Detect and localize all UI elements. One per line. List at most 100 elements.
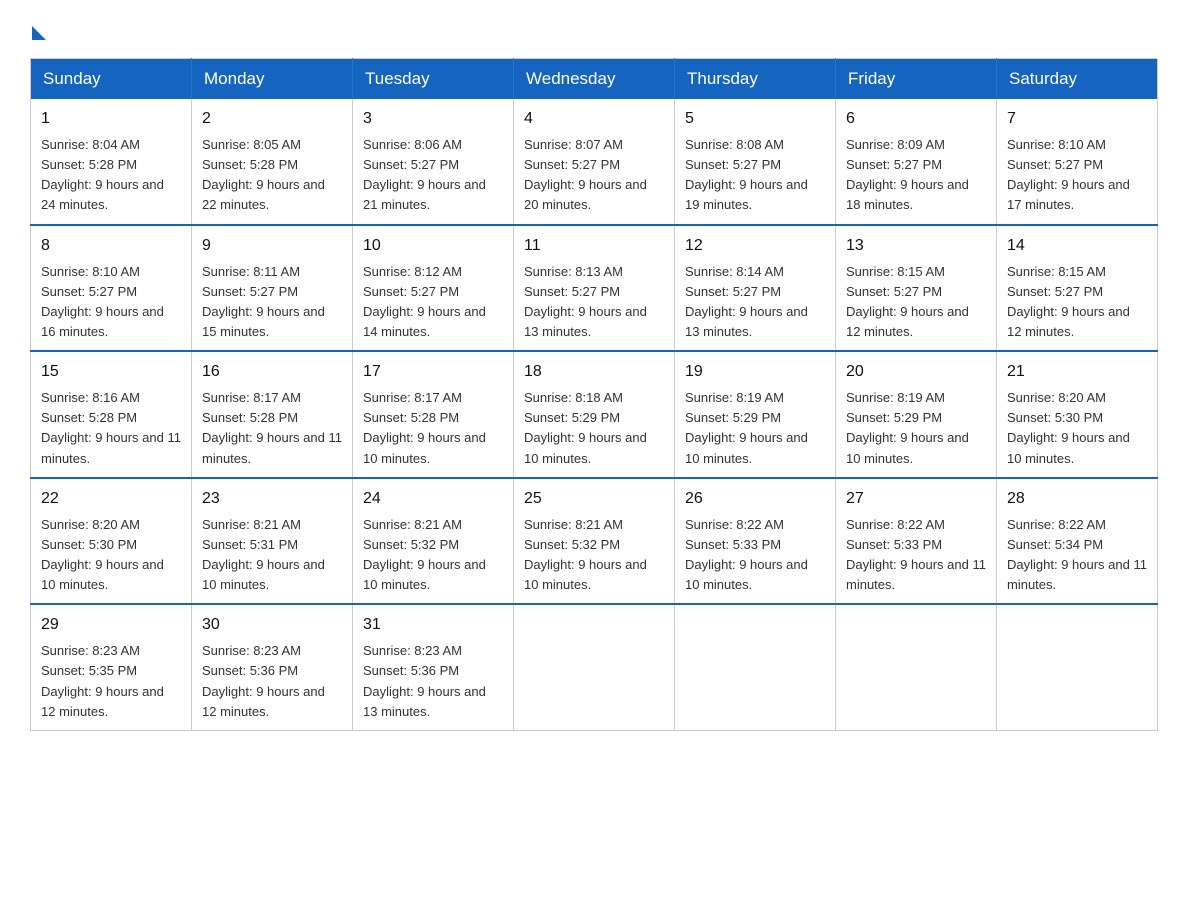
calendar-cell: 15 Sunrise: 8:16 AMSunset: 5:28 PMDayligh… — [31, 351, 192, 478]
calendar-cell: 26 Sunrise: 8:22 AMSunset: 5:33 PMDayligh… — [675, 478, 836, 605]
calendar-cell: 9 Sunrise: 8:11 AMSunset: 5:27 PMDaylight… — [192, 225, 353, 352]
day-info: Sunrise: 8:23 AMSunset: 5:36 PMDaylight:… — [202, 641, 342, 722]
day-number: 7 — [1007, 107, 1147, 131]
calendar-cell: 16 Sunrise: 8:17 AMSunset: 5:28 PMDayligh… — [192, 351, 353, 478]
day-info: Sunrise: 8:10 AMSunset: 5:27 PMDaylight:… — [1007, 135, 1147, 216]
weekday-header-wednesday: Wednesday — [514, 59, 675, 100]
calendar-cell: 30 Sunrise: 8:23 AMSunset: 5:36 PMDayligh… — [192, 604, 353, 730]
day-info: Sunrise: 8:09 AMSunset: 5:27 PMDaylight:… — [846, 135, 986, 216]
day-info: Sunrise: 8:13 AMSunset: 5:27 PMDaylight:… — [524, 262, 664, 343]
calendar-cell: 27 Sunrise: 8:22 AMSunset: 5:33 PMDayligh… — [836, 478, 997, 605]
logo — [30, 20, 46, 38]
calendar-cell: 13 Sunrise: 8:15 AMSunset: 5:27 PMDayligh… — [836, 225, 997, 352]
day-info: Sunrise: 8:15 AMSunset: 5:27 PMDaylight:… — [846, 262, 986, 343]
day-number: 19 — [685, 360, 825, 384]
day-number: 20 — [846, 360, 986, 384]
day-number: 26 — [685, 487, 825, 511]
day-number: 6 — [846, 107, 986, 131]
day-info: Sunrise: 8:14 AMSunset: 5:27 PMDaylight:… — [685, 262, 825, 343]
day-info: Sunrise: 8:23 AMSunset: 5:36 PMDaylight:… — [363, 641, 503, 722]
day-number: 21 — [1007, 360, 1147, 384]
day-number: 17 — [363, 360, 503, 384]
calendar-cell: 12 Sunrise: 8:14 AMSunset: 5:27 PMDayligh… — [675, 225, 836, 352]
day-info: Sunrise: 8:22 AMSunset: 5:33 PMDaylight:… — [685, 515, 825, 596]
day-info: Sunrise: 8:08 AMSunset: 5:27 PMDaylight:… — [685, 135, 825, 216]
calendar-cell: 2 Sunrise: 8:05 AMSunset: 5:28 PMDaylight… — [192, 99, 353, 225]
day-info: Sunrise: 8:17 AMSunset: 5:28 PMDaylight:… — [363, 388, 503, 469]
weekday-header-tuesday: Tuesday — [353, 59, 514, 100]
day-info: Sunrise: 8:06 AMSunset: 5:27 PMDaylight:… — [363, 135, 503, 216]
day-number: 25 — [524, 487, 664, 511]
day-number: 27 — [846, 487, 986, 511]
day-number: 10 — [363, 234, 503, 258]
day-info: Sunrise: 8:15 AMSunset: 5:27 PMDaylight:… — [1007, 262, 1147, 343]
day-info: Sunrise: 8:12 AMSunset: 5:27 PMDaylight:… — [363, 262, 503, 343]
calendar-cell: 19 Sunrise: 8:19 AMSunset: 5:29 PMDayligh… — [675, 351, 836, 478]
day-info: Sunrise: 8:19 AMSunset: 5:29 PMDaylight:… — [846, 388, 986, 469]
day-number: 13 — [846, 234, 986, 258]
day-number: 23 — [202, 487, 342, 511]
calendar-week-row: 15 Sunrise: 8:16 AMSunset: 5:28 PMDayligh… — [31, 351, 1158, 478]
day-number: 11 — [524, 234, 664, 258]
calendar-cell — [675, 604, 836, 730]
day-info: Sunrise: 8:10 AMSunset: 5:27 PMDaylight:… — [41, 262, 181, 343]
day-info: Sunrise: 8:23 AMSunset: 5:35 PMDaylight:… — [41, 641, 181, 722]
day-number: 22 — [41, 487, 181, 511]
day-info: Sunrise: 8:21 AMSunset: 5:32 PMDaylight:… — [524, 515, 664, 596]
day-number: 12 — [685, 234, 825, 258]
day-info: Sunrise: 8:20 AMSunset: 5:30 PMDaylight:… — [1007, 388, 1147, 469]
weekday-header-row: SundayMondayTuesdayWednesdayThursdayFrid… — [31, 59, 1158, 100]
calendar-cell — [514, 604, 675, 730]
day-number: 5 — [685, 107, 825, 131]
calendar-cell: 14 Sunrise: 8:15 AMSunset: 5:27 PMDayligh… — [997, 225, 1158, 352]
day-info: Sunrise: 8:18 AMSunset: 5:29 PMDaylight:… — [524, 388, 664, 469]
day-info: Sunrise: 8:11 AMSunset: 5:27 PMDaylight:… — [202, 262, 342, 343]
day-number: 8 — [41, 234, 181, 258]
calendar-cell — [997, 604, 1158, 730]
calendar-cell: 20 Sunrise: 8:19 AMSunset: 5:29 PMDayligh… — [836, 351, 997, 478]
day-info: Sunrise: 8:19 AMSunset: 5:29 PMDaylight:… — [685, 388, 825, 469]
day-number: 9 — [202, 234, 342, 258]
day-number: 24 — [363, 487, 503, 511]
calendar-cell: 21 Sunrise: 8:20 AMSunset: 5:30 PMDayligh… — [997, 351, 1158, 478]
weekday-header-friday: Friday — [836, 59, 997, 100]
day-info: Sunrise: 8:16 AMSunset: 5:28 PMDaylight:… — [41, 388, 181, 469]
day-info: Sunrise: 8:21 AMSunset: 5:32 PMDaylight:… — [363, 515, 503, 596]
day-number: 2 — [202, 107, 342, 131]
calendar-cell: 8 Sunrise: 8:10 AMSunset: 5:27 PMDaylight… — [31, 225, 192, 352]
calendar-cell: 1Sunrise: 8:04 AMSunset: 5:28 PMDaylight… — [31, 99, 192, 225]
calendar-cell: 17 Sunrise: 8:17 AMSunset: 5:28 PMDayligh… — [353, 351, 514, 478]
day-number: 15 — [41, 360, 181, 384]
calendar-cell: 11 Sunrise: 8:13 AMSunset: 5:27 PMDayligh… — [514, 225, 675, 352]
calendar-cell: 7 Sunrise: 8:10 AMSunset: 5:27 PMDaylight… — [997, 99, 1158, 225]
day-number: 14 — [1007, 234, 1147, 258]
calendar-cell: 4Sunrise: 8:07 AMSunset: 5:27 PMDaylight… — [514, 99, 675, 225]
calendar-cell: 3Sunrise: 8:06 AMSunset: 5:27 PMDaylight… — [353, 99, 514, 225]
day-info: Sunrise: 8:05 AMSunset: 5:28 PMDaylight:… — [202, 135, 342, 216]
calendar-cell: 28 Sunrise: 8:22 AMSunset: 5:34 PMDayligh… — [997, 478, 1158, 605]
calendar-cell: 5 Sunrise: 8:08 AMSunset: 5:27 PMDaylight… — [675, 99, 836, 225]
day-info: Sunrise: 8:20 AMSunset: 5:30 PMDaylight:… — [41, 515, 181, 596]
calendar-week-row: 29Sunrise: 8:23 AMSunset: 5:35 PMDayligh… — [31, 604, 1158, 730]
weekday-header-saturday: Saturday — [997, 59, 1158, 100]
day-info: Sunrise: 8:22 AMSunset: 5:34 PMDaylight:… — [1007, 515, 1147, 596]
day-info: Sunrise: 8:17 AMSunset: 5:28 PMDaylight:… — [202, 388, 342, 469]
calendar-cell: 6 Sunrise: 8:09 AMSunset: 5:27 PMDaylight… — [836, 99, 997, 225]
calendar-cell: 22 Sunrise: 8:20 AMSunset: 5:30 PMDayligh… — [31, 478, 192, 605]
calendar-week-row: 22 Sunrise: 8:20 AMSunset: 5:30 PMDayligh… — [31, 478, 1158, 605]
day-info: Sunrise: 8:22 AMSunset: 5:33 PMDaylight:… — [846, 515, 986, 596]
calendar-cell: 23Sunrise: 8:21 AMSunset: 5:31 PMDayligh… — [192, 478, 353, 605]
day-number: 30 — [202, 613, 342, 637]
calendar-cell: 25 Sunrise: 8:21 AMSunset: 5:32 PMDayligh… — [514, 478, 675, 605]
calendar-cell: 18 Sunrise: 8:18 AMSunset: 5:29 PMDayligh… — [514, 351, 675, 478]
calendar-cell: 29Sunrise: 8:23 AMSunset: 5:35 PMDayligh… — [31, 604, 192, 730]
calendar-week-row: 1Sunrise: 8:04 AMSunset: 5:28 PMDaylight… — [31, 99, 1158, 225]
calendar-cell: 31Sunrise: 8:23 AMSunset: 5:36 PMDayligh… — [353, 604, 514, 730]
calendar-cell — [836, 604, 997, 730]
weekday-header-thursday: Thursday — [675, 59, 836, 100]
page-header — [30, 20, 1158, 38]
day-number: 16 — [202, 360, 342, 384]
day-number: 18 — [524, 360, 664, 384]
day-number: 1 — [41, 107, 181, 131]
day-number: 28 — [1007, 487, 1147, 511]
